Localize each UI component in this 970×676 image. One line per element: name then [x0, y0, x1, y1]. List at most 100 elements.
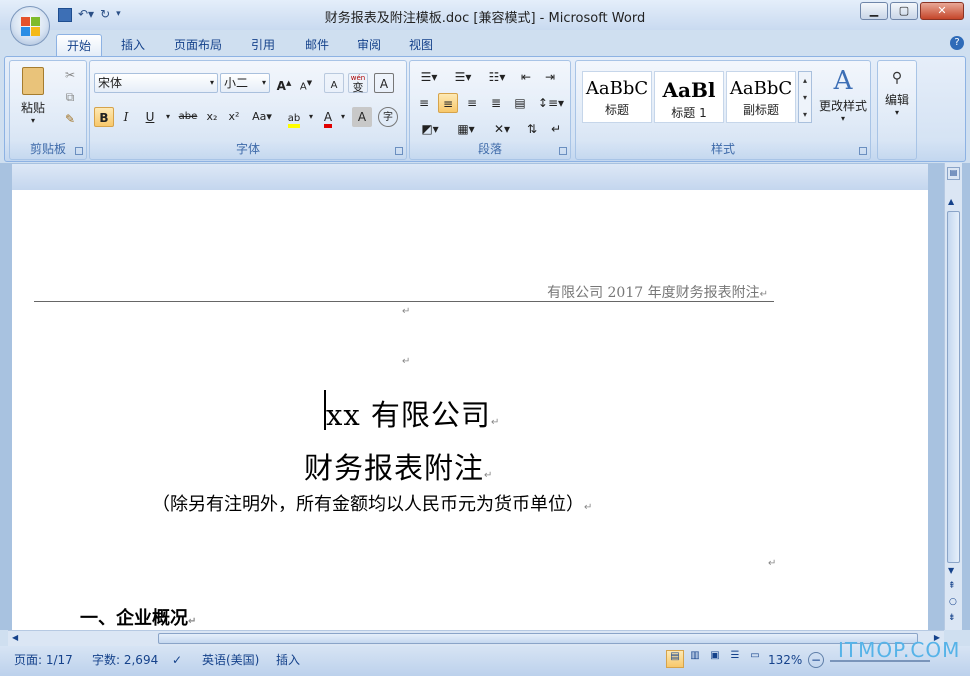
chevron-down-icon[interactable]: ▾ — [306, 107, 316, 127]
numbering-icon[interactable]: ☰▾ — [448, 67, 478, 87]
multilevel-list-icon[interactable]: ☷▾ — [482, 67, 512, 87]
style-preview: AaBbC — [729, 78, 793, 99]
show-marks-icon[interactable]: ↵ — [546, 119, 566, 139]
phonetic-guide-button[interactable]: wén 变 — [348, 73, 368, 93]
grow-font-button[interactable]: A▲ — [274, 73, 294, 93]
sort-icon[interactable]: ⇅ — [522, 119, 542, 139]
align-center-icon[interactable]: ≡ — [438, 93, 458, 113]
font-name-value: 宋体 — [98, 76, 123, 90]
word-count[interactable]: 字数: 2,694 — [92, 650, 158, 670]
paste-label: 粘贴 — [20, 101, 45, 115]
chevron-down-icon[interactable]: ▾ — [338, 107, 348, 127]
horizontal-scrollbar[interactable]: ◀ ▶ — [8, 630, 944, 646]
maximize-button[interactable]: ▢ — [890, 2, 918, 20]
format-painter-icon[interactable]: ✎ — [60, 109, 80, 129]
enclose-characters-button[interactable]: 字 — [378, 107, 398, 127]
styles-group-label: 样式 — [710, 142, 735, 156]
strikethrough-button[interactable]: abe — [176, 107, 200, 127]
language-status[interactable]: 英语(美国) — [202, 650, 259, 670]
office-logo-icon-part — [31, 17, 40, 26]
italic-button[interactable]: I — [116, 107, 136, 127]
style-name: 标题 1 — [671, 106, 707, 120]
zoom-level[interactable]: 132% — [768, 650, 802, 670]
next-page-icon[interactable]: ⇟ — [948, 613, 956, 623]
outline-view-icon[interactable]: ☰ — [726, 650, 744, 668]
close-button[interactable]: ✕ — [920, 2, 964, 20]
status-bar: 页面: 1/17 字数: 2,694 ✓ 英语(美国) 插入 ▤ ▥ ▣ ☰ ▭… — [0, 646, 970, 676]
tab-mailings[interactable]: 邮件 — [294, 34, 340, 56]
minimize-button[interactable]: ▁ — [860, 2, 888, 20]
page-count[interactable]: 页面: 1/17 — [14, 650, 73, 670]
scroll-up-icon[interactable]: ▲ — [948, 197, 954, 206]
tab-review[interactable]: 审阅 — [346, 34, 392, 56]
line-spacing-icon[interactable]: ↕≡▾ — [536, 93, 566, 113]
style-heading[interactable]: AaBbC 标题 — [582, 71, 652, 123]
highlight-button[interactable]: ab — [282, 107, 306, 128]
tab-insert[interactable]: 插入 — [110, 34, 156, 56]
font-group-label: 字体 — [235, 142, 260, 156]
dialog-launcher-icon[interactable] — [395, 147, 403, 155]
distributed-icon[interactable]: ▤ — [510, 93, 530, 113]
company-name: xx 有限公司 — [326, 398, 491, 432]
paste-button[interactable]: 粘贴 ▾ — [16, 65, 50, 135]
document-title: 财务报表附注 — [304, 451, 485, 485]
bold-button[interactable]: B — [94, 107, 114, 127]
dialog-launcher-icon[interactable] — [559, 147, 567, 155]
document-page[interactable]: 有限公司 2017 年度财务报表附注↵ ↵ ↵ xx 有限公司↵ 财务报表附注↵… — [12, 190, 928, 630]
full-screen-reading-icon[interactable]: ▥ — [686, 650, 704, 668]
vertical-scrollbar[interactable]: ▤ ▲ ▼ ⇞ ○ ⇟ — [944, 163, 962, 630]
subscript-button[interactable]: x₂ — [202, 107, 222, 127]
window-title: 财务报表及附注模板.doc [兼容模式] - Microsoft Word — [324, 11, 646, 26]
help-icon[interactable]: ? — [950, 36, 964, 50]
browse-object-icon[interactable]: ○ — [949, 597, 957, 607]
align-right-icon[interactable]: ≡ — [462, 93, 482, 113]
decrease-indent-icon[interactable]: ⇤ — [516, 67, 536, 87]
character-shading-button[interactable]: A — [352, 107, 372, 127]
shading-icon[interactable]: ◩▾ — [414, 119, 446, 139]
print-layout-view-icon[interactable]: ▤ — [666, 650, 684, 668]
font-size-select[interactable]: 小二 ▾ — [220, 73, 270, 93]
style-subtitle[interactable]: AaBbC 副标题 — [726, 71, 796, 123]
insert-mode-status[interactable]: 插入 — [276, 650, 300, 670]
chevron-down-icon[interactable]: ▾ — [158, 107, 178, 127]
office-button[interactable] — [10, 6, 50, 46]
tab-page-layout[interactable]: 页面布局 — [164, 34, 232, 56]
change-styles-button[interactable]: A 更改样式 ▾ — [816, 65, 870, 123]
tab-references[interactable]: 引用 — [240, 34, 286, 56]
font-name-select[interactable]: 宋体 ▾ — [94, 73, 218, 93]
proofing-icon[interactable]: ✓ — [172, 650, 182, 670]
align-left-icon[interactable]: ≡ — [414, 93, 434, 113]
superscript-button[interactable]: x² — [224, 107, 244, 127]
underline-button[interactable]: U — [140, 107, 160, 127]
asian-layout-icon[interactable]: ✕▾ — [486, 119, 518, 139]
character-border-button[interactable]: A — [374, 73, 394, 93]
dialog-launcher-icon[interactable] — [859, 147, 867, 155]
paragraph-group-label: 段落 — [477, 142, 502, 156]
zoom-out-icon[interactable]: − — [808, 652, 824, 668]
shrink-font-button[interactable]: A▼ — [296, 73, 316, 93]
editing-button[interactable]: ⚲ 编辑 ▾ — [878, 65, 916, 117]
return-mark-icon: ↵ — [402, 306, 411, 317]
scroll-left-icon[interactable]: ◀ — [12, 633, 18, 642]
font-color-button[interactable]: A — [318, 107, 338, 128]
scroll-thumb[interactable] — [947, 211, 960, 563]
draft-view-icon[interactable]: ▭ — [746, 650, 764, 668]
previous-page-icon[interactable]: ⇞ — [948, 581, 956, 591]
dialog-launcher-icon[interactable] — [75, 147, 83, 155]
tab-home[interactable]: 开始 — [56, 34, 102, 56]
justify-icon[interactable]: ≣ — [486, 93, 506, 113]
bullets-icon[interactable]: ☰▾ — [414, 67, 444, 87]
style-heading-1[interactable]: AaBl 标题 1 — [654, 71, 724, 123]
cut-icon[interactable]: ✂ — [60, 65, 80, 85]
copy-icon[interactable]: ⧉ — [60, 87, 80, 107]
tab-view[interactable]: 视图 — [398, 34, 444, 56]
scroll-thumb[interactable] — [158, 633, 918, 644]
change-case-button[interactable]: Aa▾ — [248, 107, 276, 127]
web-layout-icon[interactable]: ▣ — [706, 650, 724, 668]
clear-format-button[interactable]: A — [324, 73, 344, 93]
ruler-toggle-icon[interactable]: ▤ — [947, 167, 960, 180]
styles-gallery-scroll[interactable]: ▴ ▾ ▾ — [798, 71, 812, 123]
scroll-down-icon[interactable]: ▼ — [948, 566, 954, 575]
increase-indent-icon[interactable]: ⇥ — [540, 67, 560, 87]
borders-icon[interactable]: ▦▾ — [450, 119, 482, 139]
